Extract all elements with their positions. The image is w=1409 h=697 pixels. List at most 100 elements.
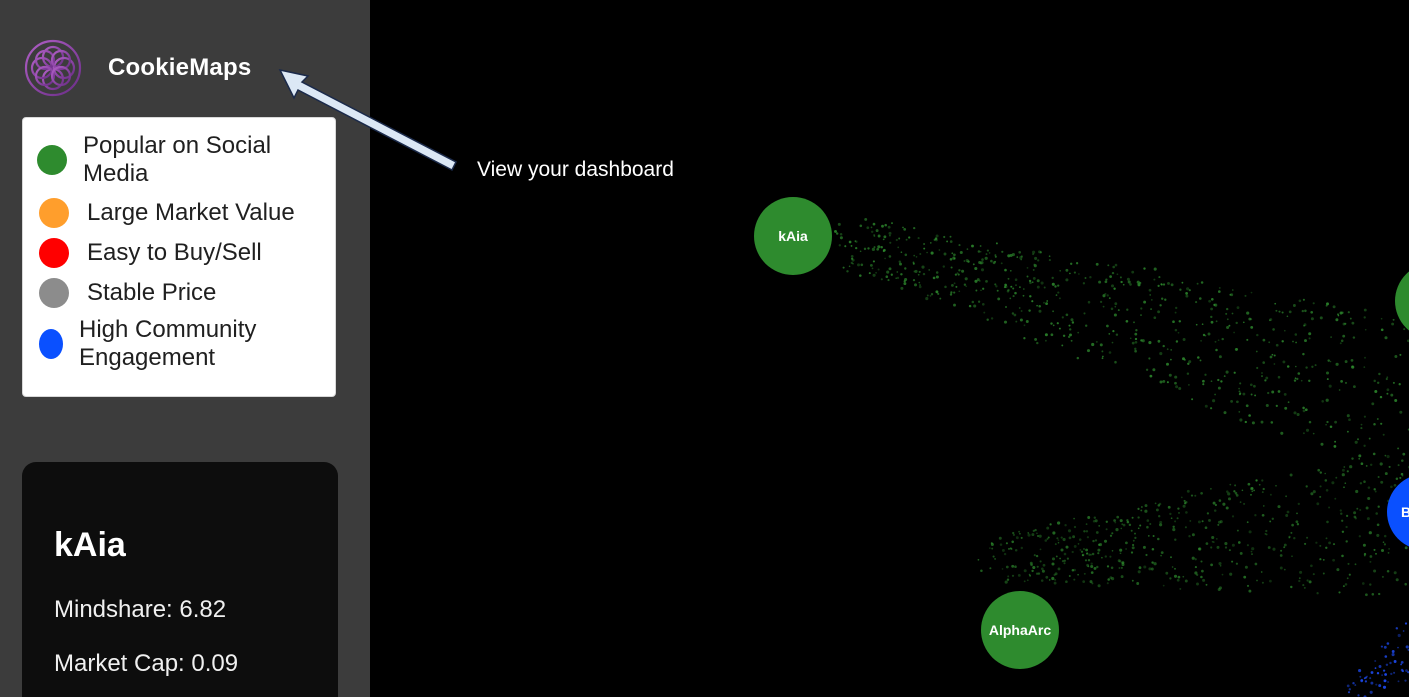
particle <box>1397 447 1400 450</box>
particle <box>951 284 954 287</box>
particle <box>1136 582 1140 585</box>
particle <box>1007 547 1011 550</box>
cookie-logo-icon <box>24 39 82 97</box>
particle <box>1302 352 1305 356</box>
particle <box>1132 543 1135 547</box>
particle <box>1305 485 1308 488</box>
particle <box>1019 256 1023 260</box>
particle <box>1031 281 1034 284</box>
particle <box>1280 431 1284 435</box>
particle <box>1201 323 1204 326</box>
particle <box>1150 308 1153 311</box>
map-node-alphaarc[interactable]: AlphaArc <box>981 591 1059 669</box>
particle <box>1164 298 1167 301</box>
particle <box>1204 373 1207 376</box>
particle <box>923 242 926 246</box>
particle <box>1046 300 1049 302</box>
particle <box>1386 642 1390 645</box>
particle <box>1219 564 1222 567</box>
particle <box>932 276 936 280</box>
particle <box>1345 525 1348 529</box>
particle <box>1011 564 1015 568</box>
particle <box>872 273 876 277</box>
particle <box>1026 267 1029 269</box>
particle <box>1115 333 1119 336</box>
legend-item-community: High Community Engagement <box>39 316 289 372</box>
particle <box>1400 663 1403 666</box>
particle <box>913 254 916 257</box>
particle <box>1236 400 1239 404</box>
particle <box>870 226 873 229</box>
bubble-map-canvas[interactable]: kAia AlphaArc B <box>370 0 1409 697</box>
particle <box>1354 684 1357 687</box>
particle <box>1234 491 1238 495</box>
particle <box>1242 321 1245 324</box>
particle <box>1226 318 1229 321</box>
particle <box>1378 592 1381 596</box>
particle <box>1275 343 1279 347</box>
particle <box>891 222 893 225</box>
particle <box>1362 543 1366 547</box>
particle <box>1358 669 1362 673</box>
particle <box>1222 502 1226 506</box>
map-node-kaia[interactable]: kAia <box>754 197 832 275</box>
map-node-partial-blue[interactable]: B <box>1387 474 1409 550</box>
particle <box>1224 546 1228 549</box>
particle <box>985 280 988 283</box>
particle <box>917 237 920 240</box>
particle <box>1111 532 1114 535</box>
particle <box>1162 379 1166 383</box>
particle <box>1057 521 1061 525</box>
particle <box>850 257 854 260</box>
particle <box>1250 550 1253 553</box>
particle <box>1286 365 1290 368</box>
particle <box>972 263 975 266</box>
particle <box>1194 566 1197 569</box>
particle <box>1260 571 1263 573</box>
particle <box>1215 537 1218 540</box>
map-node-partial-green[interactable] <box>1395 263 1409 339</box>
particle <box>980 289 982 292</box>
particle <box>1099 300 1103 304</box>
particle <box>953 291 956 294</box>
particle <box>1347 430 1349 433</box>
particle <box>937 292 940 295</box>
particle <box>1380 645 1383 648</box>
particle <box>949 293 953 296</box>
particle <box>1393 660 1397 663</box>
particle <box>1376 533 1380 537</box>
particle <box>953 303 956 307</box>
particle <box>1202 578 1206 582</box>
particle <box>1359 482 1363 485</box>
particle <box>1213 509 1217 512</box>
particle <box>963 283 967 286</box>
particle <box>1167 505 1171 509</box>
particle <box>1272 328 1275 331</box>
particle <box>1298 299 1302 303</box>
particle <box>1271 353 1274 356</box>
particle <box>1383 543 1387 546</box>
particle <box>1226 490 1229 493</box>
particle <box>866 226 870 230</box>
particle <box>1279 566 1283 570</box>
particle <box>954 273 958 276</box>
particle <box>1363 444 1366 447</box>
brand[interactable]: CookieMaps <box>22 36 251 100</box>
particle <box>1325 398 1329 402</box>
particle <box>897 246 900 249</box>
particle <box>1312 302 1315 305</box>
particle <box>1293 379 1297 382</box>
particle <box>1144 509 1148 513</box>
particle <box>1258 483 1261 486</box>
particle <box>1170 517 1173 520</box>
particle <box>1397 633 1401 638</box>
particle <box>1121 523 1124 526</box>
particle <box>1332 558 1335 562</box>
bubble-map[interactable]: kAia AlphaArc B <box>370 0 1409 697</box>
particle <box>1285 514 1289 517</box>
particle <box>1122 283 1125 286</box>
particle <box>1319 495 1322 498</box>
particle <box>1194 494 1197 497</box>
particle <box>1051 562 1055 566</box>
particle <box>1196 282 1199 285</box>
